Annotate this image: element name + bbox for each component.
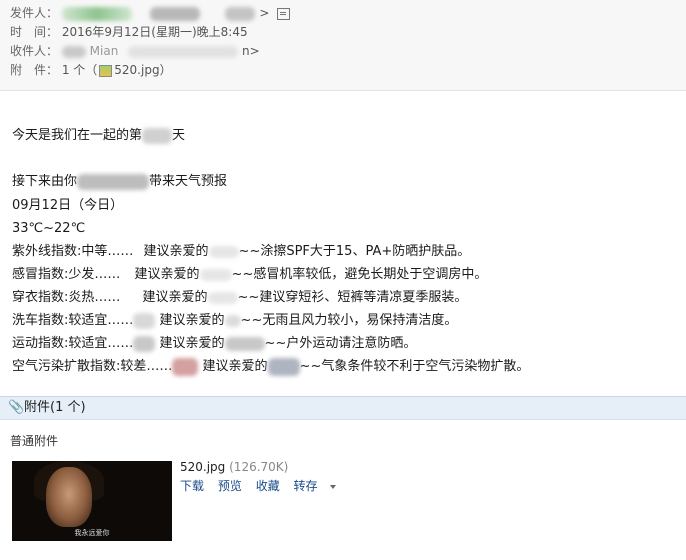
thumb-face — [46, 467, 92, 527]
index-advice: ~~涂擦SPF大于15、PA+防晒护肤品。 — [238, 244, 471, 259]
index-row-clothing: 穿衣指数:炎热…… 建议亲爱的 ~~建议穿短衫、短裤等清凉夏季服装。 — [12, 288, 467, 308]
sender-email-redacted — [149, 6, 200, 21]
attachment-label: 附 件： — [10, 63, 59, 77]
favorite-link[interactable]: 收藏 — [256, 479, 280, 493]
intro-text-b: 带来天气预报 — [149, 174, 228, 189]
to-row: 收件人： Mian n> — [10, 42, 260, 60]
attachment-file-link[interactable]: 520.jpg — [114, 63, 159, 77]
name-redacted — [224, 314, 241, 327]
name-redacted — [207, 291, 238, 304]
paperclip-icon: 📎 — [8, 400, 25, 415]
preview-link[interactable]: 预览 — [218, 479, 242, 493]
index-advice-prefix: 建议亲爱的 — [159, 336, 225, 351]
attachment-filename: 520.jpg — [180, 460, 226, 474]
intro-text-a: 接下来由你 — [12, 174, 78, 189]
forecast-temp: 33℃~22℃ — [12, 221, 86, 236]
index-advice: ~~无雨且风力较小，易保持清洁度。 — [240, 313, 458, 328]
image-file-icon — [99, 64, 113, 77]
body-line-days: 今天是我们在一起的第 天 — [12, 126, 185, 146]
index-advice: ~~户外运动请注意防晒。 — [264, 336, 417, 351]
attachment-count-suffix: ） — [159, 63, 172, 77]
plain-attachment-label: 普通附件 — [10, 434, 59, 448]
index-label: 紫外线指数:中等…… — [12, 244, 134, 259]
index-row-uv: 紫外线指数:中等…… 建议亲爱的 ~~涂擦SPF大于15、PA+防晒护肤品。 — [12, 242, 470, 262]
chevron-down-icon — [329, 484, 336, 489]
index-advice: ~~气象条件较不利于空气污染物扩散。 — [299, 359, 530, 374]
attachment-count-prefix: 1 个（ — [61, 63, 98, 77]
attachment-filesize: (126.70K) — [229, 460, 289, 474]
name-redacted — [224, 336, 265, 351]
name-redacted — [133, 312, 156, 329]
index-row-carwash: 洗车指数:较适宜…… 建议亲爱的 ~~无雨且风力较小，易保持清洁度。 — [12, 311, 457, 331]
name-redacted — [267, 357, 300, 376]
mail-header: 发件人： > 时 间： 2016年9月12日(星期一)晚上8:45 收件人： M… — [0, 0, 686, 91]
index-label: 运动指数:较适宜…… — [12, 336, 134, 351]
name-redacted — [133, 335, 156, 352]
index-advice-prefix: 建议亲爱的 — [134, 267, 200, 282]
index-label: 感冒指数:少发…… — [12, 267, 121, 282]
index-row-air: 空气污染扩散指数:较差…… 建议亲爱的 ~~气象条件较不利于空气污染物扩散。 — [12, 357, 529, 377]
days-redacted — [142, 127, 173, 144]
attachment-section-title: 附件(1 个) — [24, 400, 86, 415]
forecast-date: 09月12日（今日） — [12, 198, 124, 213]
name-redacted — [77, 173, 150, 190]
index-label: 洗车指数:较适宜…… — [12, 313, 134, 328]
sender-redacted — [61, 6, 132, 21]
index-row-sports: 运动指数:较适宜…… 建议亲爱的 ~~户外运动请注意防晒。 — [12, 334, 416, 354]
index-row-cold: 感冒指数:少发…… 建议亲爱的 ~~感冒机率较低，避免长期处于空调房中。 — [12, 265, 487, 285]
attachment-thumbnail[interactable]: 我永远爱你 — [12, 461, 172, 541]
time-value: 2016年9月12日(星期一)晚上8:45 — [61, 25, 248, 39]
body-line-intro: 接下来由你 带来天气预报 — [12, 172, 227, 192]
index-label: 空气污染扩散指数:较差…… — [12, 359, 173, 374]
name-redacted — [172, 357, 199, 376]
index-advice: ~~建议穿短衫、短裤等清凉夏季服装。 — [237, 290, 468, 305]
attachment-section-bar: 📎 附件(1 个) — [0, 396, 686, 420]
days-text-b: 天 — [172, 128, 186, 143]
sender-email-redacted-2 — [225, 6, 256, 21]
thumb-caption: 我永远爱你 — [74, 529, 110, 537]
index-advice-prefix: 建议亲爱的 — [143, 244, 209, 259]
index-advice-prefix: 建议亲爱的 — [142, 290, 208, 305]
time-row: 时 间： 2016年9月12日(星期一)晚上8:45 — [10, 23, 248, 41]
index-advice: ~~感冒机率较低，避免长期处于空调房中。 — [231, 267, 488, 282]
time-label: 时 间： — [10, 25, 59, 39]
recipient-redacted — [61, 45, 86, 58]
index-label: 穿衣指数:炎热…… — [12, 290, 121, 305]
index-advice-prefix: 建议亲爱的 — [159, 313, 225, 328]
name-redacted — [208, 245, 239, 258]
index-advice-prefix: 建议亲爱的 — [202, 359, 268, 374]
to-suffix: n> — [241, 44, 260, 58]
save-to-label: 转存 — [293, 479, 318, 493]
attachment-row: 附 件： 1 个（ 520.jpg） — [10, 61, 172, 79]
contact-card-icon[interactable] — [277, 7, 291, 20]
attachment-file: 520.jpg (126.70K) — [180, 460, 288, 474]
from-label: 发件人： — [10, 6, 59, 20]
days-text-a: 今天是我们在一起的第 — [12, 128, 143, 143]
from-suffix: > — [259, 6, 270, 20]
attachment-actions: 下载 预览 收藏 转存 — [180, 477, 356, 494]
name-redacted — [199, 268, 232, 281]
save-to-link[interactable]: 转存 — [294, 479, 346, 493]
to-label: 收件人： — [10, 44, 59, 58]
download-link[interactable]: 下载 — [180, 479, 204, 493]
recipient-partial: Mian — [89, 44, 119, 58]
recipient-email-redacted — [128, 45, 239, 58]
from-row: 发件人： > — [10, 4, 291, 22]
